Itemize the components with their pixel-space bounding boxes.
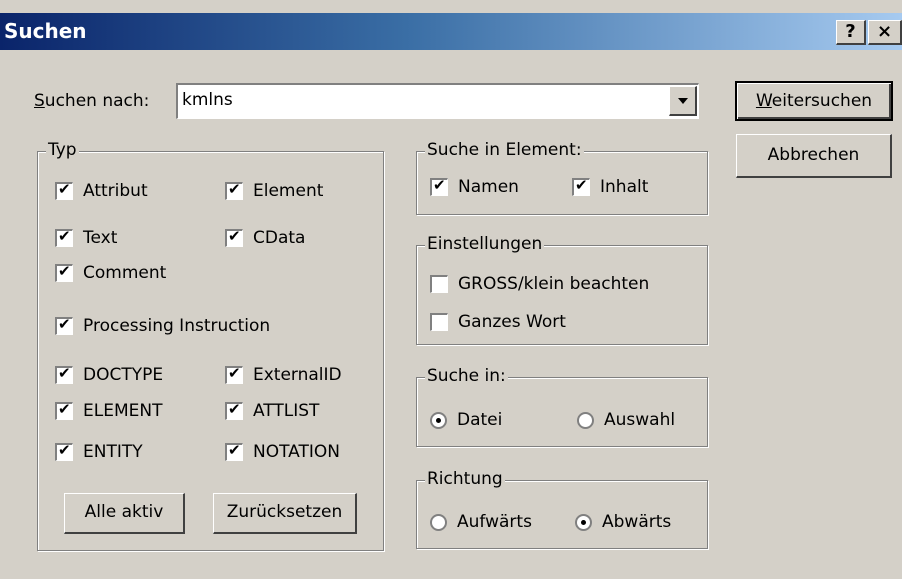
radio-label: Auswahl bbox=[604, 410, 676, 430]
radio-datei[interactable]: Datei bbox=[430, 410, 502, 430]
dialog-title: Suchen bbox=[4, 19, 87, 43]
checkbox-box[interactable] bbox=[55, 315, 73, 335]
checkbox-box[interactable] bbox=[430, 313, 448, 331]
help-button[interactable]: ? bbox=[836, 20, 866, 45]
cancel-button[interactable]: Abbrechen bbox=[736, 134, 892, 178]
checkbox-label: Comment bbox=[83, 263, 167, 283]
dropdown-button[interactable] bbox=[669, 86, 697, 116]
find-next-button[interactable]: Weitersuchen bbox=[735, 81, 893, 121]
checkbox-comment[interactable]: Comment bbox=[55, 262, 167, 283]
type-group: Typ Attribut Element Text CData Comment … bbox=[37, 140, 384, 551]
checkbox-element[interactable]: Element bbox=[225, 180, 324, 201]
checkbox-text[interactable]: Text bbox=[55, 227, 118, 248]
checkbox-label: Attribut bbox=[83, 181, 148, 201]
checkbox-label: Element bbox=[253, 181, 324, 201]
checkbox-label: DOCTYPE bbox=[83, 365, 164, 385]
search-dialog: Suchen ? × Suchen nach: kmlns Weitersuch… bbox=[0, 0, 902, 579]
checkbox-label: Processing Instruction bbox=[83, 316, 271, 336]
checkbox-box[interactable] bbox=[225, 441, 243, 461]
all-active-button[interactable]: Alle aktiv bbox=[64, 493, 185, 534]
checkbox-label: Inhalt bbox=[600, 177, 649, 197]
checkbox-label: ENTITY bbox=[83, 442, 143, 462]
checkbox-namen[interactable]: Namen bbox=[430, 176, 519, 197]
checkbox-box[interactable] bbox=[55, 227, 73, 247]
checkbox-attlist[interactable]: ATTLIST bbox=[225, 400, 320, 421]
radio-button[interactable] bbox=[430, 513, 447, 531]
checkbox-processing-instruction[interactable]: Processing Instruction bbox=[55, 315, 271, 336]
title-bar[interactable]: Suchen ? × bbox=[0, 13, 902, 50]
checkbox-label: Text bbox=[83, 228, 118, 248]
search-input[interactable]: kmlns bbox=[182, 90, 233, 110]
radio-label: Aufwärts bbox=[457, 512, 532, 532]
reset-button[interactable]: Zurücksetzen bbox=[213, 493, 357, 534]
checkbox-externalid[interactable]: ExternalID bbox=[225, 364, 342, 385]
search-in-group: Suche in: Datei Auswahl bbox=[416, 366, 708, 447]
checkbox-box[interactable] bbox=[55, 364, 73, 384]
checkbox-box[interactable] bbox=[55, 400, 73, 420]
checkbox-whole-word[interactable]: Ganzes Wort bbox=[430, 312, 566, 332]
checkbox-box[interactable] bbox=[55, 180, 73, 200]
checkbox-box[interactable] bbox=[55, 441, 73, 461]
radio-up[interactable]: Aufwärts bbox=[430, 512, 532, 532]
search-in-title: Suche in: bbox=[425, 366, 508, 386]
checkbox-box[interactable] bbox=[430, 275, 448, 293]
search-in-element-title: Suche in Element: bbox=[425, 140, 584, 160]
checkbox-element-decl[interactable]: ELEMENT bbox=[55, 400, 163, 421]
checkbox-doctype[interactable]: DOCTYPE bbox=[55, 364, 164, 385]
checkbox-box[interactable] bbox=[572, 176, 590, 196]
help-icon: ? bbox=[845, 21, 856, 42]
search-combobox[interactable]: kmlns bbox=[176, 83, 699, 119]
checkbox-box[interactable] bbox=[225, 364, 243, 384]
find-next-label: eitersuchen bbox=[771, 91, 873, 111]
radio-button[interactable] bbox=[577, 411, 594, 429]
find-next-accel: W bbox=[755, 91, 772, 111]
radio-button[interactable] bbox=[430, 411, 447, 429]
radio-label: Datei bbox=[457, 410, 503, 430]
close-icon: × bbox=[876, 21, 893, 42]
checkbox-label: GROSS/klein beachten bbox=[458, 274, 650, 294]
checkbox-label: Namen bbox=[458, 177, 519, 197]
direction-group: Richtung Aufwärts Abwärts bbox=[416, 469, 708, 549]
checkbox-cdata[interactable]: CData bbox=[225, 227, 306, 248]
checkbox-notation[interactable]: NOTATION bbox=[225, 441, 340, 462]
checkbox-box[interactable] bbox=[55, 262, 73, 282]
close-button[interactable]: × bbox=[868, 20, 902, 45]
checkbox-case-sensitive[interactable]: GROSS/klein beachten bbox=[430, 274, 649, 294]
checkbox-label: ELEMENT bbox=[83, 401, 163, 421]
checkbox-box[interactable] bbox=[225, 400, 243, 420]
type-group-title: Typ bbox=[46, 140, 79, 160]
radio-button[interactable] bbox=[575, 513, 592, 531]
checkbox-label: ATTLIST bbox=[253, 401, 320, 421]
radio-auswahl[interactable]: Auswahl bbox=[577, 410, 675, 430]
checkbox-label: ExternalID bbox=[253, 365, 342, 385]
checkbox-box[interactable] bbox=[225, 180, 243, 200]
radio-down[interactable]: Abwärts bbox=[575, 512, 671, 532]
checkbox-label: NOTATION bbox=[253, 442, 340, 462]
checkbox-entity[interactable]: ENTITY bbox=[55, 441, 143, 462]
search-label-text: uchen nach: bbox=[44, 91, 150, 111]
search-label-accel: S bbox=[34, 91, 45, 111]
checkbox-label: Ganzes Wort bbox=[458, 312, 566, 332]
settings-title: Einstellungen bbox=[425, 234, 545, 254]
chevron-down-icon bbox=[678, 98, 688, 104]
direction-title: Richtung bbox=[425, 469, 505, 489]
checkbox-label: CData bbox=[253, 228, 306, 248]
radio-label: Abwärts bbox=[602, 512, 672, 532]
checkbox-attribut[interactable]: Attribut bbox=[55, 180, 148, 201]
settings-group: Einstellungen GROSS/klein beachten Ganze… bbox=[416, 234, 708, 345]
search-label: Suchen nach: bbox=[34, 91, 149, 111]
checkbox-box[interactable] bbox=[225, 227, 243, 247]
search-in-element-group: Suche in Element: Namen Inhalt bbox=[416, 140, 708, 215]
checkbox-inhalt[interactable]: Inhalt bbox=[572, 176, 649, 197]
checkbox-box[interactable] bbox=[430, 176, 448, 196]
